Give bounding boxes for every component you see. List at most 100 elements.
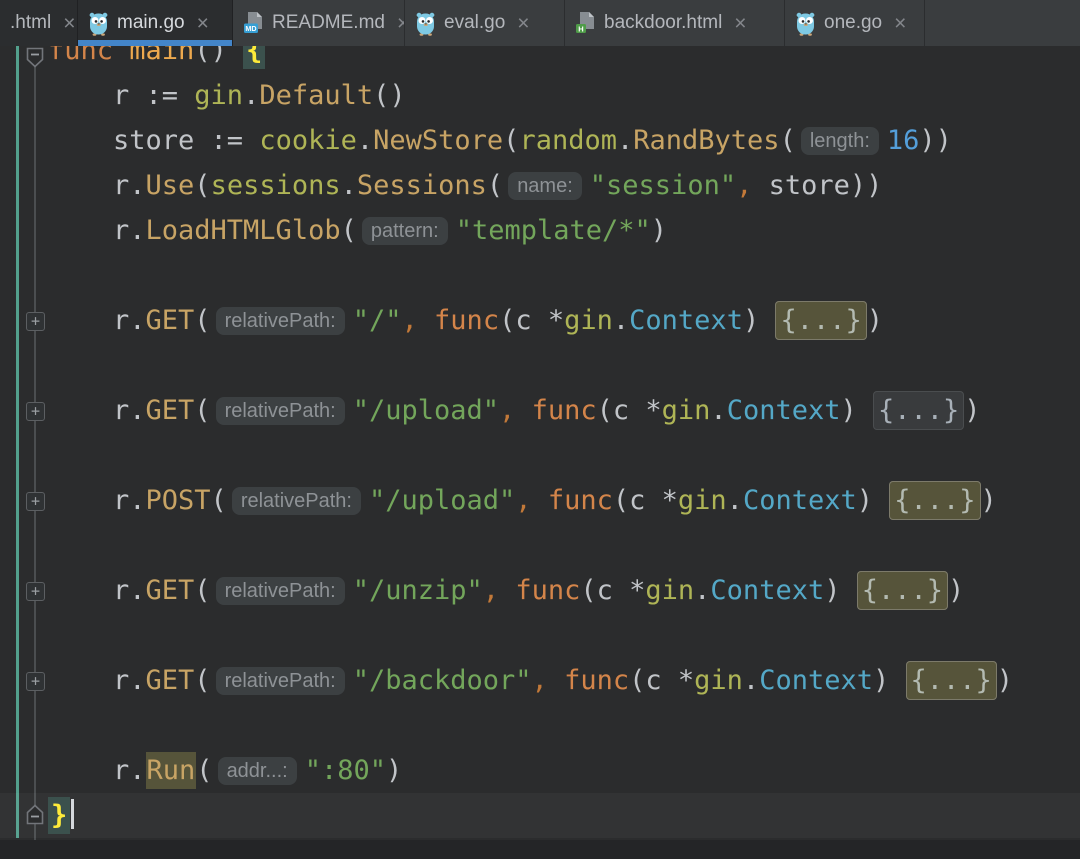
code-token: ,	[531, 665, 548, 696]
tab-label: eval.go	[444, 12, 506, 33]
code-line[interactable]: func main() {	[0, 46, 1080, 73]
text-caret	[71, 799, 75, 829]
go-gopher-icon	[415, 11, 436, 36]
tab-label: one.go	[824, 12, 883, 33]
string-literal: "/unzip"	[352, 575, 483, 606]
code-line[interactable]	[0, 433, 1080, 478]
code-line[interactable]: store := cookie.NewStore(random.RandByte…	[0, 118, 1080, 163]
editor-bottom-strip	[0, 840, 1080, 859]
folded-code-chip-highlighted[interactable]: {...}	[905, 661, 997, 700]
tab-backdoor-html[interactable]: Hbackdoor.html ×	[565, 0, 785, 46]
parameter-hint: relativePath:	[215, 577, 345, 605]
function-call: RandBytes	[633, 125, 780, 156]
function-call-highlighted: Run	[145, 752, 197, 789]
close-icon[interactable]: ×	[517, 13, 529, 34]
code-text: r.POST(relativePath: "/upload", func(c *g…	[113, 478, 997, 523]
code-token: ,	[736, 170, 753, 201]
folded-code-chip[interactable]: {...}	[873, 391, 965, 430]
code-token: ,	[482, 575, 500, 606]
folded-code-chip-highlighted[interactable]: {...}	[856, 571, 949, 610]
close-icon[interactable]: ×	[894, 13, 906, 34]
code-line[interactable]: + r.POST(relativePath: "/upload", func(c *…	[0, 478, 1080, 523]
code-line[interactable]	[0, 523, 1080, 568]
html-file-icon: H	[575, 11, 596, 35]
folded-code-chip-highlighted[interactable]: {...}	[775, 301, 867, 340]
code-line[interactable]: r.Run(addr...: ":80")	[0, 748, 1080, 793]
parameter-hint: length:	[800, 127, 879, 155]
string-literal: "session"	[589, 170, 737, 201]
code-token: ))	[919, 125, 952, 156]
code-token: )	[996, 665, 1014, 696]
function-call: Default	[259, 80, 374, 111]
code-token: r.	[113, 215, 146, 246]
keyword: func	[515, 575, 581, 606]
code-token: (c *	[580, 575, 646, 606]
code-line[interactable]: r.Use(sessions.Sessions(name: "session", …	[0, 163, 1080, 208]
code-line[interactable]: + r.GET(relativePath: "/upload", func(c *g…	[0, 388, 1080, 433]
folded-code-chip-highlighted[interactable]: {...}	[889, 481, 981, 520]
string-literal: "/"	[352, 305, 402, 336]
fold-expand-icon[interactable]: +	[26, 672, 45, 691]
code-token: r.	[113, 485, 146, 516]
package-name: cookie	[259, 125, 357, 156]
parameter-hint: pattern:	[361, 217, 448, 245]
close-icon[interactable]: ×	[63, 13, 75, 34]
tab-one-go[interactable]: one.go ×	[785, 0, 925, 46]
string-literal: "/upload"	[368, 485, 516, 516]
code-token: (	[779, 125, 796, 156]
keyword: func	[434, 305, 500, 336]
code-line[interactable]	[0, 613, 1080, 658]
code-text: r.GET(relativePath: "/", func(c *gin.Cont…	[113, 298, 883, 343]
fold-start-icon[interactable]	[24, 46, 46, 70]
code-line[interactable]: + r.GET(relativePath: "/unzip", func(c *gi…	[0, 568, 1080, 613]
keyword: func	[48, 46, 130, 66]
code-token: .	[726, 485, 743, 516]
active-tab-indicator	[78, 40, 232, 46]
code-text: r.GET(relativePath: "/upload", func(c *gi…	[113, 388, 981, 433]
svg-text:H: H	[578, 24, 583, 33]
code-line[interactable]: }	[0, 793, 1080, 838]
code-text: r.GET(relativePath: "/unzip", func(c *gin…	[113, 568, 964, 613]
svg-text:MD: MD	[245, 24, 256, 33]
code-token: ()	[373, 80, 406, 111]
close-icon[interactable]: ×	[397, 13, 404, 34]
code-line[interactable]: + r.GET(relativePath: "/", func(c *gin.Con…	[0, 298, 1080, 343]
code-token: r.	[113, 665, 146, 696]
code-line[interactable]: r.LoadHTMLGlob(pattern: "template/*")	[0, 208, 1080, 253]
code-line[interactable]: + r.GET(relativePath: "/backdoor", func(c …	[0, 658, 1080, 703]
fold-end-icon[interactable]	[24, 802, 46, 826]
code-token: r.	[113, 170, 146, 201]
code-token: (	[503, 125, 520, 156]
fold-expand-icon[interactable]: +	[26, 312, 45, 331]
keyword: func	[531, 395, 597, 426]
fold-expand-icon[interactable]: +	[26, 492, 45, 511]
code-line[interactable]: r := gin.Default()	[0, 73, 1080, 118]
code-line[interactable]	[0, 253, 1080, 298]
code-token: store :=	[113, 125, 260, 156]
code-line[interactable]	[0, 343, 1080, 388]
package-name: gin	[645, 575, 695, 606]
type-name: Context	[629, 305, 743, 336]
tab-main-go[interactable]: main.go ×	[78, 0, 233, 46]
code-editor[interactable]: func main() {r := gin.Default() store := …	[0, 46, 1080, 840]
tab-eval-go[interactable]: eval.go ×	[405, 0, 565, 46]
code-token: main	[129, 46, 195, 66]
close-icon[interactable]: ×	[734, 13, 746, 34]
code-line[interactable]	[0, 703, 1080, 748]
fold-expand-icon[interactable]: +	[26, 582, 45, 601]
code-token: r.	[113, 395, 146, 426]
tab-README-md[interactable]: MD README.md ×	[233, 0, 405, 46]
code-token: (	[196, 755, 213, 786]
string-literal: "template/*"	[455, 215, 651, 246]
tab-html[interactable]: .html ×	[0, 0, 78, 46]
fold-expand-icon[interactable]: +	[26, 402, 45, 421]
function-call: GET	[145, 305, 195, 336]
function-call: GET	[145, 575, 195, 606]
ide-window: .html×main.go×MDREADME.md×eval.go×Hbackd…	[0, 0, 1080, 859]
code-token: (	[194, 305, 211, 336]
function-call: Use	[145, 170, 195, 201]
close-icon[interactable]: ×	[197, 13, 209, 34]
package-name: gin	[194, 80, 244, 111]
